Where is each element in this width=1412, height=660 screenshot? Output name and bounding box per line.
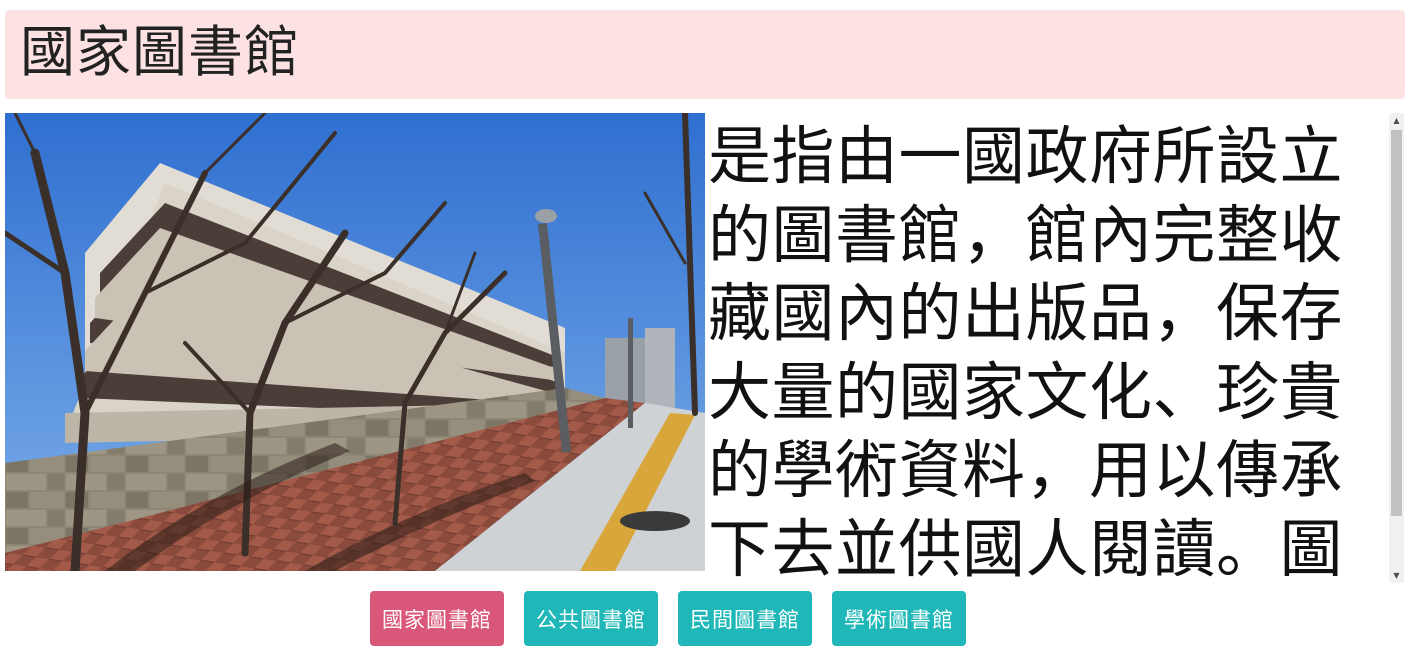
- scroll-up-icon[interactable]: ▲: [1389, 113, 1404, 128]
- scroll-down-icon[interactable]: ▼: [1389, 568, 1404, 583]
- library-photo: [5, 113, 705, 571]
- nav-button-private-library[interactable]: 民間圖書館: [678, 591, 812, 646]
- nav-button-national-library[interactable]: 國家圖書館: [370, 591, 504, 646]
- description-scrollbar[interactable]: ▲ ▼: [1389, 113, 1404, 583]
- nav-button-academic-library[interactable]: 學術圖書館: [832, 591, 966, 646]
- library-type-nav: 國家圖書館 公共圖書館 民間圖書館 學術圖書館: [370, 591, 966, 646]
- description-panel[interactable]: 是指由一國政府所設立的圖書館，館內完整收藏國內的出版品，保存大量的國家文化、珍貴…: [705, 113, 1392, 583]
- description-text: 是指由一國政府所設立的圖書館，館內完整收藏國內的出版品，保存大量的國家文化、珍貴…: [708, 120, 1343, 583]
- page-title: 國家圖書館: [20, 20, 301, 84]
- page-header: 國家圖書館: [5, 10, 1405, 99]
- scroll-thumb[interactable]: [1391, 130, 1402, 516]
- nav-button-public-library[interactable]: 公共圖書館: [524, 591, 658, 646]
